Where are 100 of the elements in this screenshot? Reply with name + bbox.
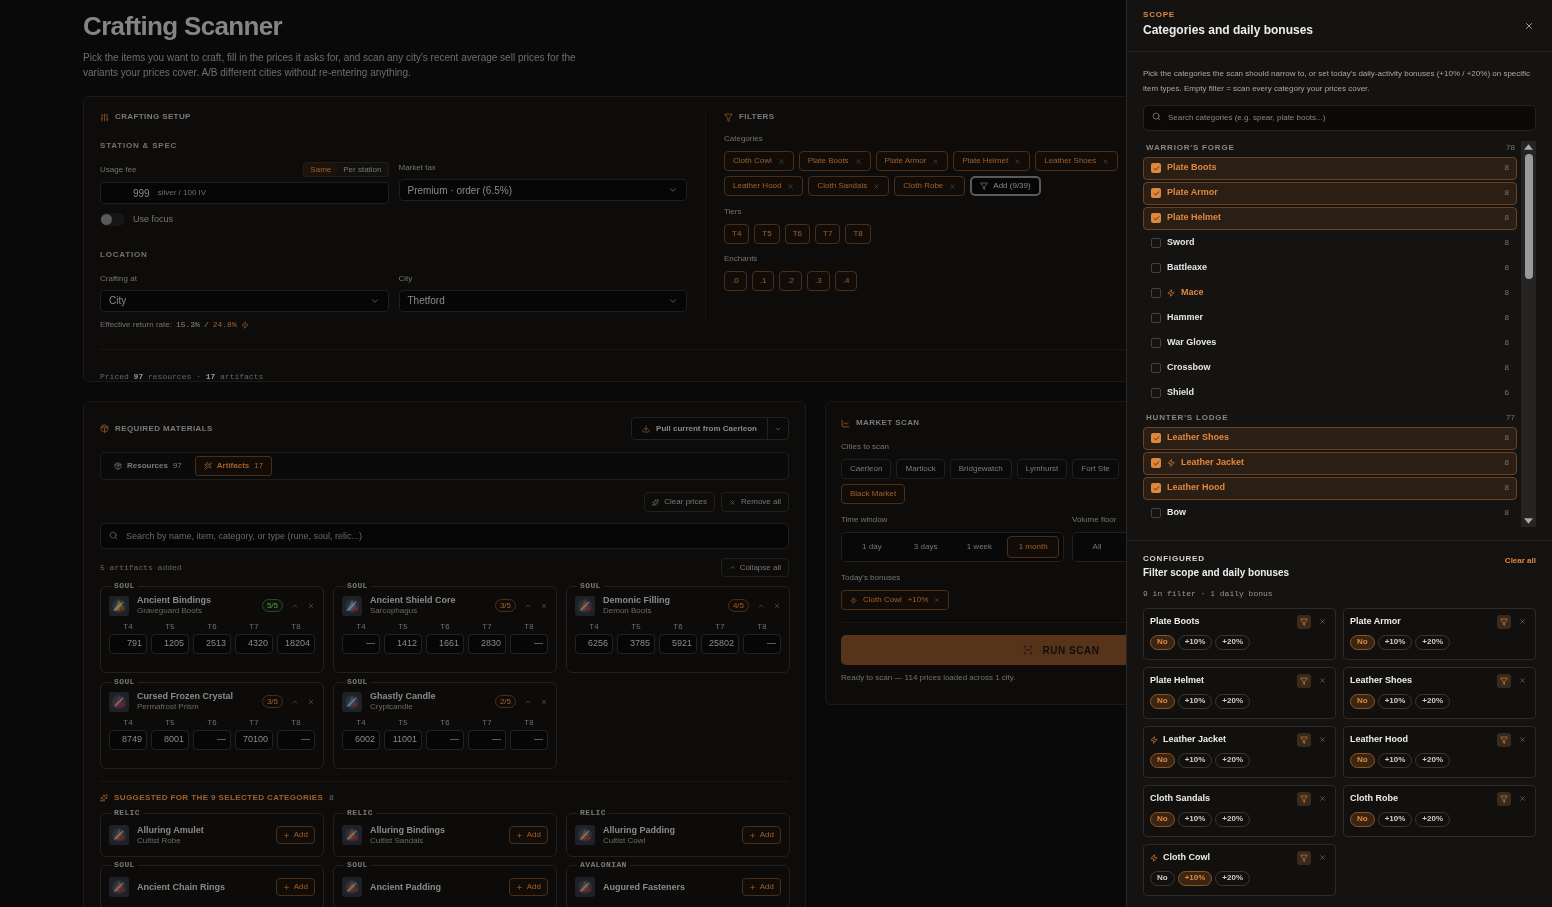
focus-toggle[interactable] (100, 213, 125, 227)
checkbox[interactable] (1151, 483, 1161, 493)
remove-icon[interactable] (777, 157, 785, 165)
category-row[interactable]: Leather Shoes 8 (1143, 426, 1517, 450)
category-row[interactable]: Shield 6 (1143, 381, 1517, 405)
category-row[interactable]: Battleaxe 8 (1143, 256, 1517, 280)
price-field[interactable]: 5921 (659, 634, 697, 654)
category-chip[interactable]: Cloth Sandals (808, 176, 890, 196)
filter-toggle[interactable] (1497, 673, 1511, 688)
bonus-option[interactable]: No (1350, 752, 1375, 768)
checkbox[interactable] (1151, 213, 1161, 223)
clear-all-link[interactable]: Clear all (1504, 554, 1536, 567)
category-row[interactable]: Bow 8 (1143, 501, 1517, 525)
add-button[interactable]: Add (275, 826, 315, 844)
remove-icon[interactable] (1319, 677, 1326, 684)
time-option[interactable]: 1 week (953, 536, 1006, 558)
enchant-chip[interactable]: .3 (807, 271, 830, 291)
price-field[interactable]: 25802 (701, 634, 739, 654)
enchant-chip[interactable]: .1 (751, 271, 775, 291)
bonus-option[interactable]: No (1350, 634, 1375, 650)
scrollbar-thumb[interactable] (1524, 153, 1533, 279)
category-chip[interactable]: Plate Helmet (953, 151, 1031, 171)
category-chip[interactable]: Cloth Robe (894, 176, 966, 196)
price-field[interactable]: 11001 (384, 730, 422, 750)
category-row[interactable]: Plate Armor 8 (1143, 181, 1517, 205)
filter-toggle[interactable] (1297, 614, 1311, 629)
remove-icon[interactable] (1519, 677, 1526, 684)
category-chip[interactable]: Leather Hood (724, 176, 804, 196)
price-field[interactable]: — (193, 730, 231, 750)
remove-icon[interactable] (934, 597, 941, 603)
bonus-chip[interactable]: Cloth Cowl +10% (841, 590, 950, 610)
volume-option[interactable]: All (1077, 536, 1117, 558)
remove-icon[interactable] (873, 182, 881, 190)
price-field[interactable]: 8001 (151, 730, 189, 750)
bonus-option[interactable]: No (1350, 693, 1375, 709)
crafting-place-dropdown[interactable]: City (100, 289, 389, 312)
clear-prices-button[interactable]: Clear prices (644, 492, 715, 512)
checkbox[interactable] (1151, 263, 1161, 273)
category-chip[interactable]: Leather Shoes (1035, 151, 1119, 171)
category-row[interactable]: Hammer 8 (1143, 306, 1517, 330)
price-field[interactable]: — (468, 730, 506, 750)
price-field[interactable]: — (510, 634, 548, 654)
enchant-chip[interactable]: .2 (779, 271, 802, 291)
category-chip[interactable]: Plate Boots (798, 151, 871, 171)
checkbox[interactable] (1151, 508, 1161, 518)
usage-fee-field[interactable]: 999 silver / 100 IV (100, 182, 389, 204)
town-dropdown[interactable]: Thetford (398, 289, 687, 312)
tier-chip[interactable]: T4 (724, 224, 750, 244)
remove-icon[interactable] (932, 157, 940, 165)
price-field[interactable]: 18204 (277, 634, 315, 654)
category-row[interactable]: Plate Boots 8 (1143, 156, 1517, 180)
checkbox[interactable] (1151, 388, 1161, 398)
tier-chip[interactable]: T8 (845, 224, 871, 244)
remove-icon[interactable] (1319, 854, 1326, 861)
mode-option[interactable]: Same (304, 163, 338, 176)
filter-toggle[interactable] (1297, 732, 1311, 747)
category-row[interactable]: Plate Helmet 8 (1143, 206, 1517, 230)
remove-icon[interactable] (773, 601, 781, 610)
close-icon[interactable] (1524, 21, 1534, 31)
bonus-option[interactable]: No (1150, 693, 1175, 709)
category-chip[interactable]: Cloth Cowl (724, 151, 794, 171)
city-chip[interactable]: Lymhurst (1016, 459, 1068, 479)
price-field[interactable]: 1661 (426, 634, 464, 654)
collapse-all-button[interactable]: Collapse all (720, 558, 789, 577)
city-chip[interactable]: Martlock (896, 459, 945, 479)
price-field[interactable]: — (743, 634, 781, 654)
remove-icon[interactable] (1519, 795, 1526, 802)
mode-option[interactable]: Per station (337, 163, 388, 176)
remove-all-button[interactable]: Remove all (721, 492, 789, 512)
checkbox[interactable] (1151, 163, 1161, 173)
price-field[interactable]: 2830 (468, 634, 506, 654)
checkbox[interactable] (1151, 363, 1161, 373)
category-row[interactable]: War Gloves 8 (1143, 331, 1517, 355)
remove-icon[interactable] (949, 182, 957, 190)
price-field[interactable]: 70100 (235, 730, 273, 750)
remove-icon[interactable] (1319, 795, 1326, 802)
tab[interactable]: Artifacts 17 (194, 456, 273, 476)
checkbox[interactable] (1151, 288, 1161, 298)
price-field[interactable]: 6002 (342, 730, 380, 750)
checkbox[interactable] (1151, 338, 1161, 348)
city-chip[interactable]: Black Market (841, 484, 906, 504)
category-chip[interactable]: Plate Armor (875, 151, 949, 171)
price-field[interactable]: 4320 (235, 634, 273, 654)
remove-icon[interactable] (1319, 618, 1326, 625)
price-field[interactable]: — (426, 730, 464, 750)
arrow-down-icon[interactable] (1524, 517, 1533, 524)
price-field[interactable]: 791 (109, 634, 147, 654)
category-row[interactable]: Mace 8 (1143, 281, 1517, 305)
remove-icon[interactable] (1102, 157, 1110, 165)
market-tax-select[interactable]: Premium · order (6.5%) (398, 179, 687, 201)
remove-icon[interactable] (307, 601, 315, 610)
tier-chip[interactable]: T6 (784, 224, 811, 244)
remove-icon[interactable] (540, 601, 548, 610)
add-button[interactable]: Add (508, 826, 548, 844)
add-category-button[interactable]: Add (9/39) (970, 176, 1041, 196)
enchant-chip[interactable]: .4 (834, 271, 858, 291)
filter-toggle[interactable] (1497, 791, 1511, 806)
bonus-option[interactable]: No (1350, 811, 1375, 827)
price-field[interactable]: 2513 (193, 634, 231, 654)
bonus-option[interactable]: No (1150, 634, 1175, 650)
